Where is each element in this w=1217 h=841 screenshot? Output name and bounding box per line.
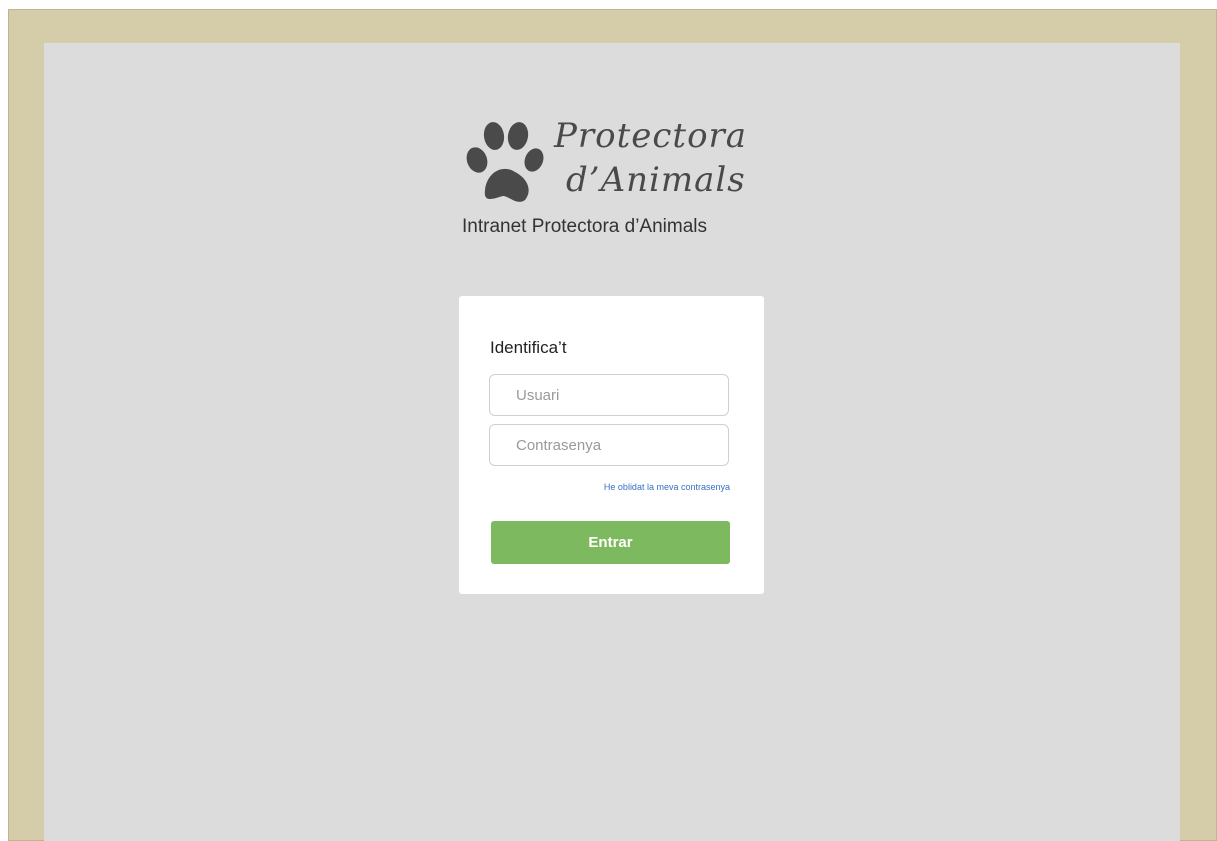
logo: Protectora d’Animals Intranet Protectora… [460, 110, 780, 250]
forgot-password-link[interactable]: He oblidat la meva contrasenya [604, 482, 730, 492]
logo-text-line-2: d’Animals [566, 160, 746, 200]
logo-text-line-1: Protectora [554, 116, 748, 156]
login-card: Identifica’t He oblidat la meva contrase… [459, 296, 764, 594]
page-subtitle: Intranet Protectora d’Animals [462, 216, 708, 237]
password-input[interactable] [489, 424, 729, 466]
username-input[interactable] [489, 374, 729, 416]
login-button[interactable]: Entrar [491, 521, 730, 564]
paw-print-icon [466, 122, 544, 202]
login-title: Identifica’t [490, 338, 567, 357]
